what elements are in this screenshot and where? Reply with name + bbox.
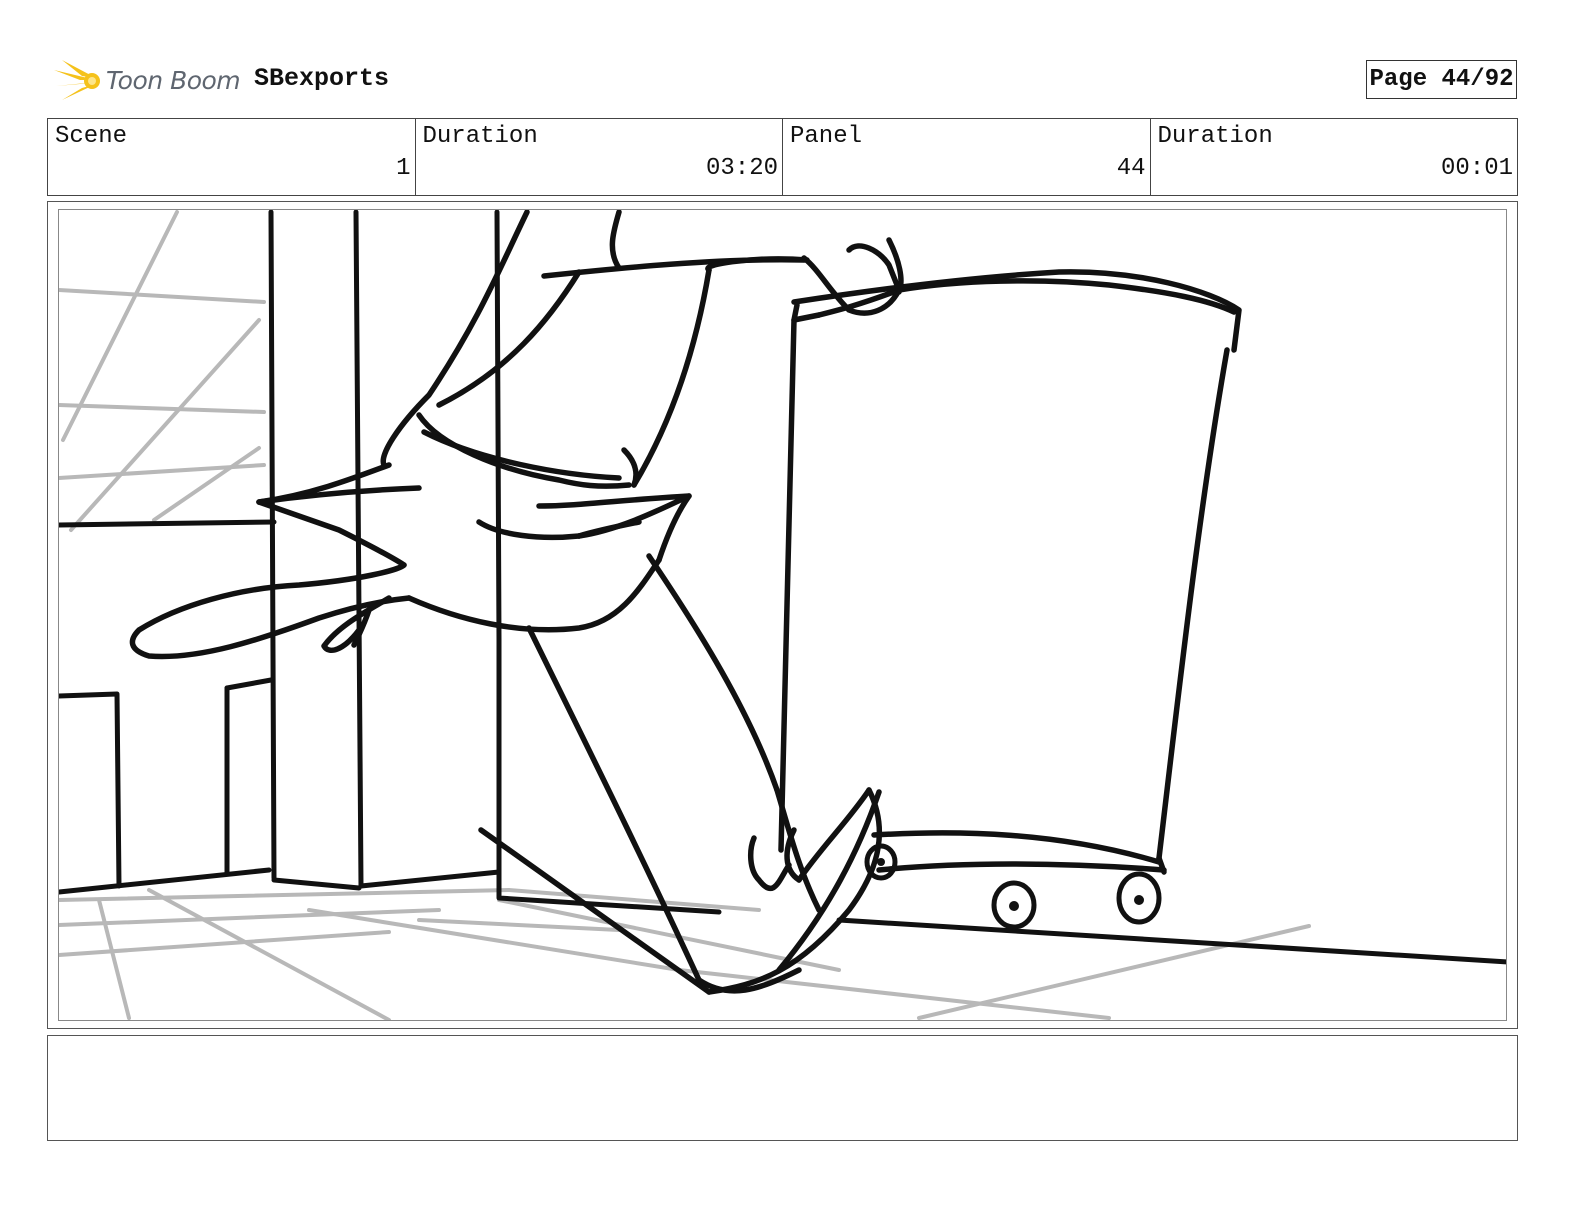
scene-duration-label: Duration	[422, 123, 538, 150]
sketch-illustration	[59, 210, 1506, 1020]
bin-wheels	[864, 843, 1162, 930]
scene-duration-cell: Duration 03:20	[416, 119, 783, 195]
logo-text: Toon Boom	[106, 65, 241, 95]
notes-box	[47, 1035, 1518, 1141]
scene-duration-value: 03:20	[705, 155, 778, 182]
panel-value: 44	[1116, 155, 1146, 182]
panel-label: Panel	[790, 123, 863, 150]
panel-info-row: Scene 1 Duration 03:20 Panel 44 Duration…	[47, 118, 1518, 196]
storyboard-drawing	[58, 209, 1507, 1021]
starburst-icon	[54, 60, 100, 100]
panel-duration-cell: Duration 00:01	[1151, 119, 1518, 195]
toon-boom-logo: Toon Boom	[52, 52, 241, 108]
page-indicator: Page 44/92	[1366, 60, 1517, 99]
scene-cell: Scene 1	[48, 119, 416, 195]
scene-label: Scene	[55, 123, 128, 150]
panel-duration-label: Duration	[1157, 123, 1273, 150]
panel-duration-value: 00:01	[1440, 155, 1513, 182]
scene-value: 1	[396, 155, 411, 182]
panel-cell: Panel 44	[783, 119, 1151, 195]
project-name: SBexports	[254, 64, 390, 93]
trash-bin	[778, 237, 1242, 875]
